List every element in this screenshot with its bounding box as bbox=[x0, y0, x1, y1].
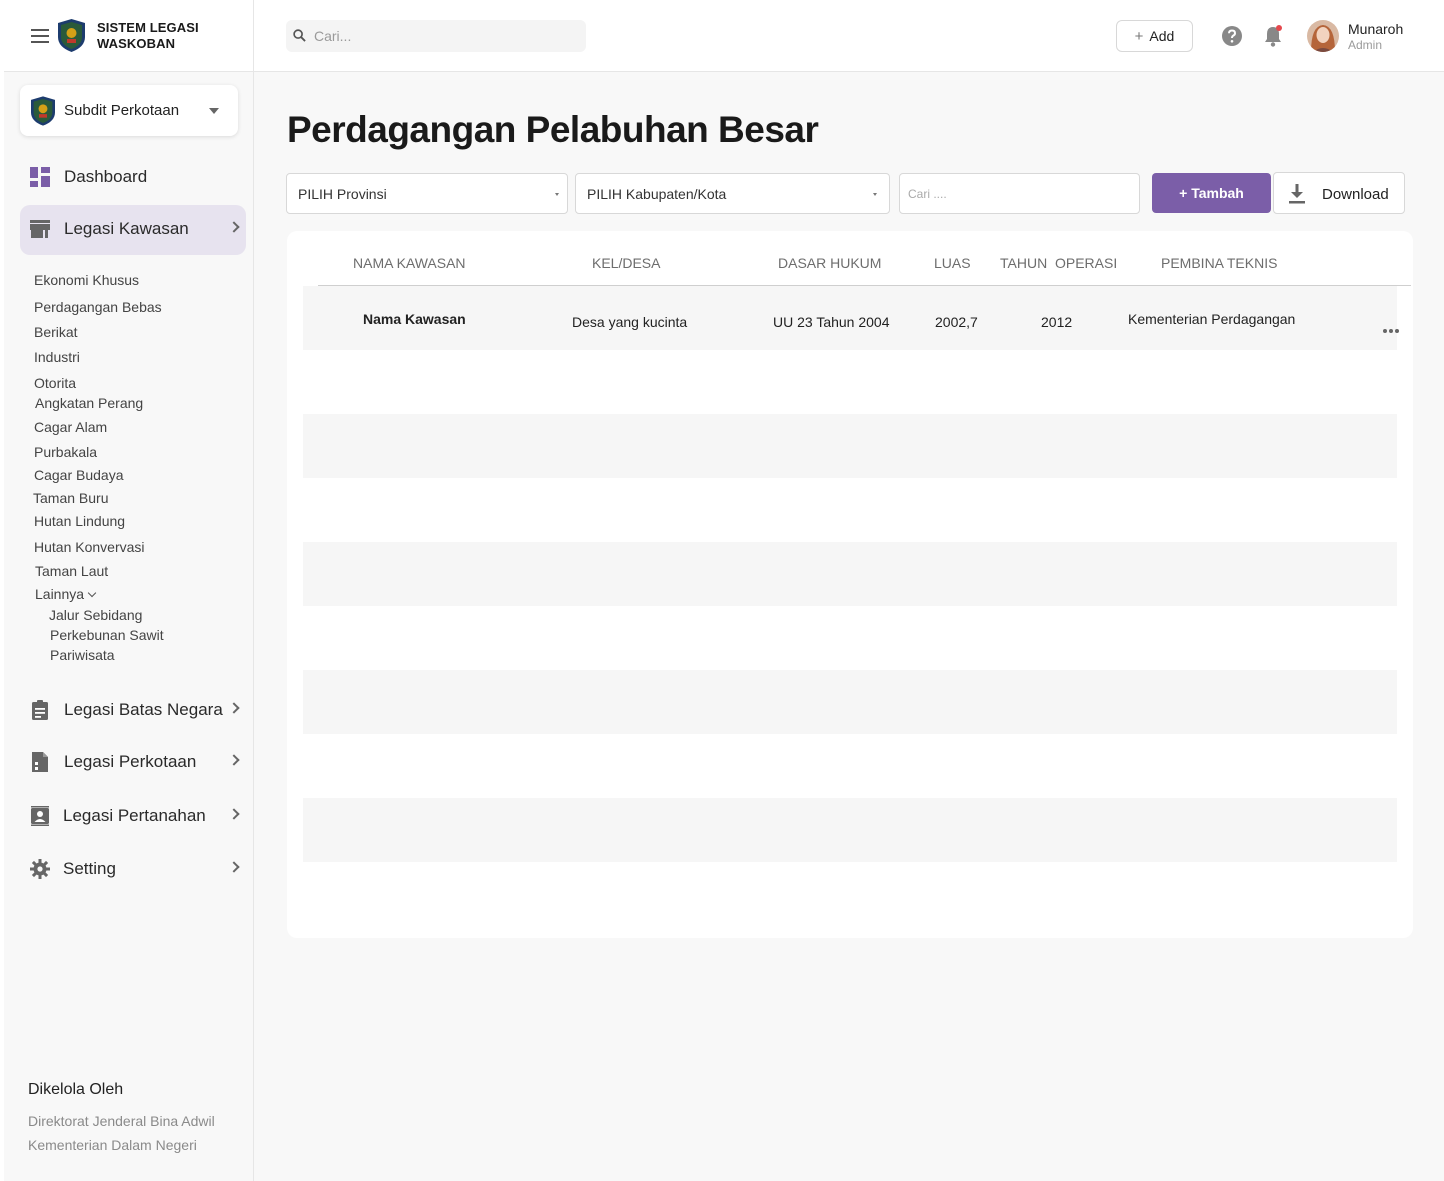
submenu-item[interactable]: Purbakala bbox=[34, 444, 97, 460]
table-row-empty bbox=[303, 670, 1397, 734]
nav-setting-label: Setting bbox=[63, 859, 116, 878]
table-row-empty bbox=[303, 414, 1397, 478]
column-header: DASAR HUKUM bbox=[778, 255, 882, 271]
provinsi-select[interactable]: PILIH Provinsi bbox=[286, 173, 568, 214]
kabupaten-select-value: PILIH Kabupaten/Kota bbox=[587, 186, 727, 202]
subdit-label: Subdit Perkotaan bbox=[64, 102, 180, 119]
page-title: Perdagangan Pelabuhan Besar bbox=[287, 109, 819, 150]
nav-legasi-pertanahan-label: Legasi Pertanahan bbox=[63, 806, 206, 825]
chevron-right-icon bbox=[228, 754, 240, 766]
nav-legasi-pertanahan[interactable]: Legasi Pertanahan bbox=[20, 792, 246, 842]
help-icon[interactable] bbox=[1221, 25, 1243, 47]
topbar: + Add Munaroh Admin bbox=[254, 0, 1444, 72]
table-row-empty bbox=[303, 798, 1397, 862]
more-icon[interactable] bbox=[1383, 320, 1401, 333]
dashboard-icon bbox=[30, 167, 50, 187]
chevron-right-icon bbox=[228, 221, 240, 233]
column-header: PEMBINA TEKNIS bbox=[1161, 255, 1278, 271]
submenu-item[interactable]: Angkatan Perang bbox=[35, 395, 143, 411]
submenu-subitem[interactable]: Pariwisata bbox=[50, 647, 115, 663]
submenu-item[interactable]: Cagar Budaya bbox=[34, 467, 124, 483]
data-table: NAMA KAWASAN KEL/DESA DASAR HUKUM LUAS T… bbox=[287, 231, 1413, 938]
column-header: NAMA KAWASAN bbox=[353, 255, 466, 271]
gear-icon bbox=[30, 859, 50, 879]
submenu-item[interactable]: Industri bbox=[34, 349, 80, 365]
column-header: TAHUN OPERASI bbox=[1000, 255, 1118, 271]
contact-icon bbox=[31, 806, 49, 826]
table-row-empty bbox=[303, 542, 1397, 606]
column-header: LUAS bbox=[934, 255, 971, 271]
footer-line: Kementerian Dalam Negeri bbox=[28, 1137, 197, 1153]
cell-pembina-teknis: Kementerian Perdagangan bbox=[1128, 311, 1296, 327]
chevron-right-icon bbox=[228, 808, 240, 820]
submenu-item[interactable]: Otorita bbox=[34, 375, 76, 391]
submenu-item[interactable]: Hutan Lindung bbox=[34, 513, 125, 529]
footer-line: Direktorat Jenderal Bina Adwil bbox=[28, 1113, 215, 1129]
caret-down-icon bbox=[555, 193, 559, 196]
sidebar: SISTEM LEGASI WASKOBAN Subdit Perkotaan … bbox=[4, 0, 254, 1181]
download-icon bbox=[1289, 184, 1305, 204]
caret-down-icon bbox=[209, 108, 219, 114]
cell-dasar-hukum: UU 23 Tahun 2004 bbox=[773, 314, 890, 330]
submenu-item[interactable]: Perdagangan Bebas bbox=[34, 299, 162, 315]
nav-dashboard[interactable]: Dashboard bbox=[20, 153, 246, 203]
user-name: Munaroh bbox=[1348, 21, 1404, 37]
submenu-item-lainnya[interactable]: Lainnya bbox=[35, 586, 97, 602]
submenu-item[interactable]: Cagar Alam bbox=[34, 419, 107, 435]
download-button[interactable]: Download bbox=[1273, 172, 1405, 214]
search-input[interactable] bbox=[314, 20, 574, 52]
avatar[interactable] bbox=[1307, 20, 1339, 52]
chevron-right-icon bbox=[228, 702, 240, 714]
nav-legasi-batas-negara[interactable]: Legasi Batas Negara bbox=[20, 686, 246, 736]
submenu-item[interactable]: Hutan Konvervasi bbox=[34, 539, 145, 555]
global-search bbox=[286, 20, 586, 52]
logo bbox=[58, 19, 85, 52]
brand-title: SISTEM LEGASI WASKOBAN bbox=[97, 20, 199, 51]
provinsi-select-value: PILIH Provinsi bbox=[298, 186, 387, 202]
chevron-down-icon bbox=[87, 588, 97, 598]
download-button-label: Download bbox=[1322, 186, 1389, 203]
submenu-subitem[interactable]: Jalur Sebidang bbox=[49, 607, 142, 623]
chevron-right-icon bbox=[228, 861, 240, 873]
submenu-item[interactable]: Ekonomi Khusus bbox=[34, 272, 139, 288]
cell-luas: 2002,7 bbox=[935, 314, 978, 330]
submenu-item[interactable]: Taman Buru bbox=[33, 490, 108, 506]
brand-header: SISTEM LEGASI WASKOBAN bbox=[4, 0, 253, 72]
footer-heading: Dikelola Oleh bbox=[28, 1081, 124, 1098]
main-content: Perdagangan Pelabuhan Besar PILIH Provin… bbox=[254, 72, 1444, 1181]
submenu-lainnya-label: Lainnya bbox=[35, 586, 85, 602]
nav-setting[interactable]: Setting bbox=[20, 845, 246, 895]
nav-legasi-kawasan-label: Legasi Kawasan bbox=[64, 219, 189, 238]
user-role: Admin bbox=[1348, 38, 1383, 52]
submenu-item[interactable]: Taman Laut bbox=[35, 563, 108, 579]
kabupaten-select[interactable]: PILIH Kabupaten/Kota bbox=[575, 173, 890, 214]
search-icon bbox=[293, 29, 306, 42]
nav-legasi-kawasan[interactable]: Legasi Kawasan bbox=[20, 205, 246, 255]
cell-kel-desa: Desa yang kucinta bbox=[572, 314, 688, 330]
column-header: KEL/DESA bbox=[592, 255, 661, 271]
nav-legasi-perkotaan-label: Legasi Perkotaan bbox=[64, 752, 197, 771]
plus-icon: + bbox=[1134, 27, 1144, 45]
clipboard-icon bbox=[32, 700, 48, 720]
hamburger-icon[interactable] bbox=[31, 29, 49, 43]
table-search-input[interactable] bbox=[900, 174, 1139, 213]
table-search bbox=[899, 173, 1140, 214]
nav-dashboard-label: Dashboard bbox=[64, 167, 148, 186]
subdit-selector[interactable]: Subdit Perkotaan bbox=[20, 85, 238, 136]
nav-legasi-batas-negara-label: Legasi Batas Negara bbox=[64, 700, 223, 719]
cell-tahun-operasi: 2012 bbox=[1041, 314, 1073, 330]
bell-icon[interactable] bbox=[1262, 24, 1284, 48]
add-button-label: Add bbox=[1149, 27, 1175, 44]
cell-nama-kawasan: Nama Kawasan bbox=[363, 311, 466, 327]
logo bbox=[31, 96, 55, 126]
submenu-item[interactable]: Berikat bbox=[34, 324, 78, 340]
document-icon bbox=[32, 752, 48, 772]
store-icon bbox=[30, 220, 50, 238]
submenu-subitem[interactable]: Perkebunan Sawit bbox=[50, 627, 164, 643]
tambah-button[interactable]: + Tambah bbox=[1152, 173, 1271, 213]
add-button[interactable]: + Add bbox=[1116, 20, 1193, 52]
nav-legasi-perkotaan[interactable]: Legasi Perkotaan bbox=[20, 738, 246, 788]
caret-down-icon bbox=[873, 193, 877, 196]
